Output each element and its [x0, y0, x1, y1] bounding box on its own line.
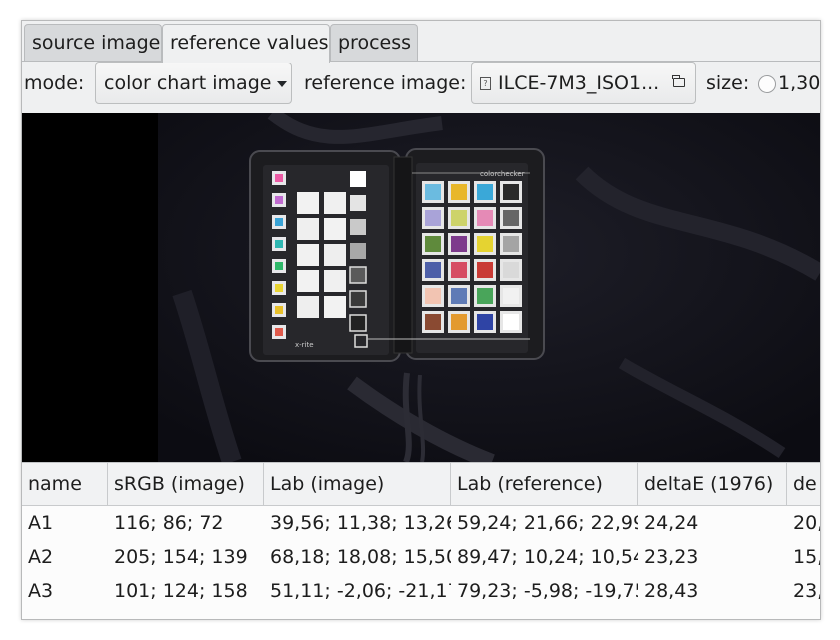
chart-image-preview[interactable]: x-rite colorchecker — [22, 113, 820, 462]
radio-icon[interactable] — [758, 74, 776, 93]
app-window: source image reference values process mo… — [21, 20, 821, 620]
reference-image-label: reference image: — [304, 72, 467, 94]
colorchecker-card: x-rite colorchecker — [249, 148, 545, 362]
column-header-deltae-1976[interactable]: deltaE (1976) — [638, 463, 787, 505]
cell-deltae: 28,43 — [644, 580, 699, 602]
brand-right-text: colorchecker — [480, 170, 525, 178]
mode-value: color chart image — [104, 72, 272, 94]
chevron-down-icon — [277, 80, 288, 87]
cell-name: A2 — [28, 546, 54, 568]
size-label: size: — [706, 72, 750, 94]
table-row[interactable]: A1 116; 86; 72 39,56; 11,38; 13,26 59,24… — [22, 506, 820, 540]
tab-bar: source image reference values process — [22, 24, 820, 63]
file-icon: ? — [480, 77, 491, 90]
cell-lab-image: 51,11; -2,06; -21,17 — [270, 580, 451, 602]
column-header-srgb-image[interactable]: sRGB (image) — [108, 463, 264, 505]
reference-image-value: ILCE-7M3_ISO1... — [498, 72, 660, 94]
folder-open-icon[interactable] — [672, 75, 685, 87]
cell-lab-image: 39,56; 11,38; 13,26 — [270, 512, 451, 534]
cell-lab-reference: 59,24; 21,66; 22,99 — [457, 512, 638, 534]
cell-srgb-image: 205; 154; 139 — [114, 546, 248, 568]
column-header-name[interactable]: name — [22, 463, 108, 505]
brand-left-text: x-rite — [295, 341, 314, 349]
tab-process[interactable]: process — [330, 24, 418, 61]
cell-name: A3 — [28, 580, 54, 602]
table-header: name sRGB (image) Lab (image) Lab (refer… — [22, 463, 820, 506]
size-radio[interactable]: 1,30 — [758, 62, 820, 104]
table-row[interactable]: A3 101; 124; 158 51,11; -2,06; -21,17 79… — [22, 574, 820, 608]
cell-name: A1 — [28, 512, 54, 534]
cell-srgb-image: 101; 124; 158 — [114, 580, 248, 602]
column-header-lab-reference[interactable]: Lab (reference) — [451, 463, 638, 505]
cell-lab-reference: 89,47; 10,24; 10,54 — [457, 546, 638, 568]
cell-truncated: 20, — [793, 512, 821, 534]
toolbar: mode: color chart image reference image:… — [22, 62, 820, 112]
size-value: 1,30 — [778, 72, 821, 94]
column-header-lab-image[interactable]: Lab (image) — [264, 463, 451, 505]
mode-combobox[interactable]: color chart image — [95, 62, 292, 104]
tab-reference-values[interactable]: reference values — [162, 24, 330, 63]
column-header-truncated[interactable]: de — [787, 463, 820, 505]
cell-deltae: 23,23 — [644, 546, 699, 568]
reference-values-table: name sRGB (image) Lab (image) Lab (refer… — [22, 462, 820, 619]
cell-lab-image: 68,18; 18,08; 15,50 — [270, 546, 451, 568]
reference-image-picker[interactable]: ? ILCE-7M3_ISO1... — [471, 62, 696, 104]
cell-truncated: 23, — [793, 580, 821, 602]
cell-deltae: 24,24 — [644, 512, 699, 534]
cell-lab-reference: 79,23; -5,98; -19,75 — [457, 580, 638, 602]
tab-source-image[interactable]: source image — [24, 24, 162, 61]
mode-label: mode: — [24, 72, 85, 94]
colorchecker-photo: x-rite colorchecker — [22, 113, 820, 462]
cell-srgb-image: 116; 86; 72 — [114, 512, 224, 534]
cell-truncated: 15, — [793, 546, 821, 568]
table-row[interactable]: A2 205; 154; 139 68,18; 18,08; 15,50 89,… — [22, 540, 820, 574]
